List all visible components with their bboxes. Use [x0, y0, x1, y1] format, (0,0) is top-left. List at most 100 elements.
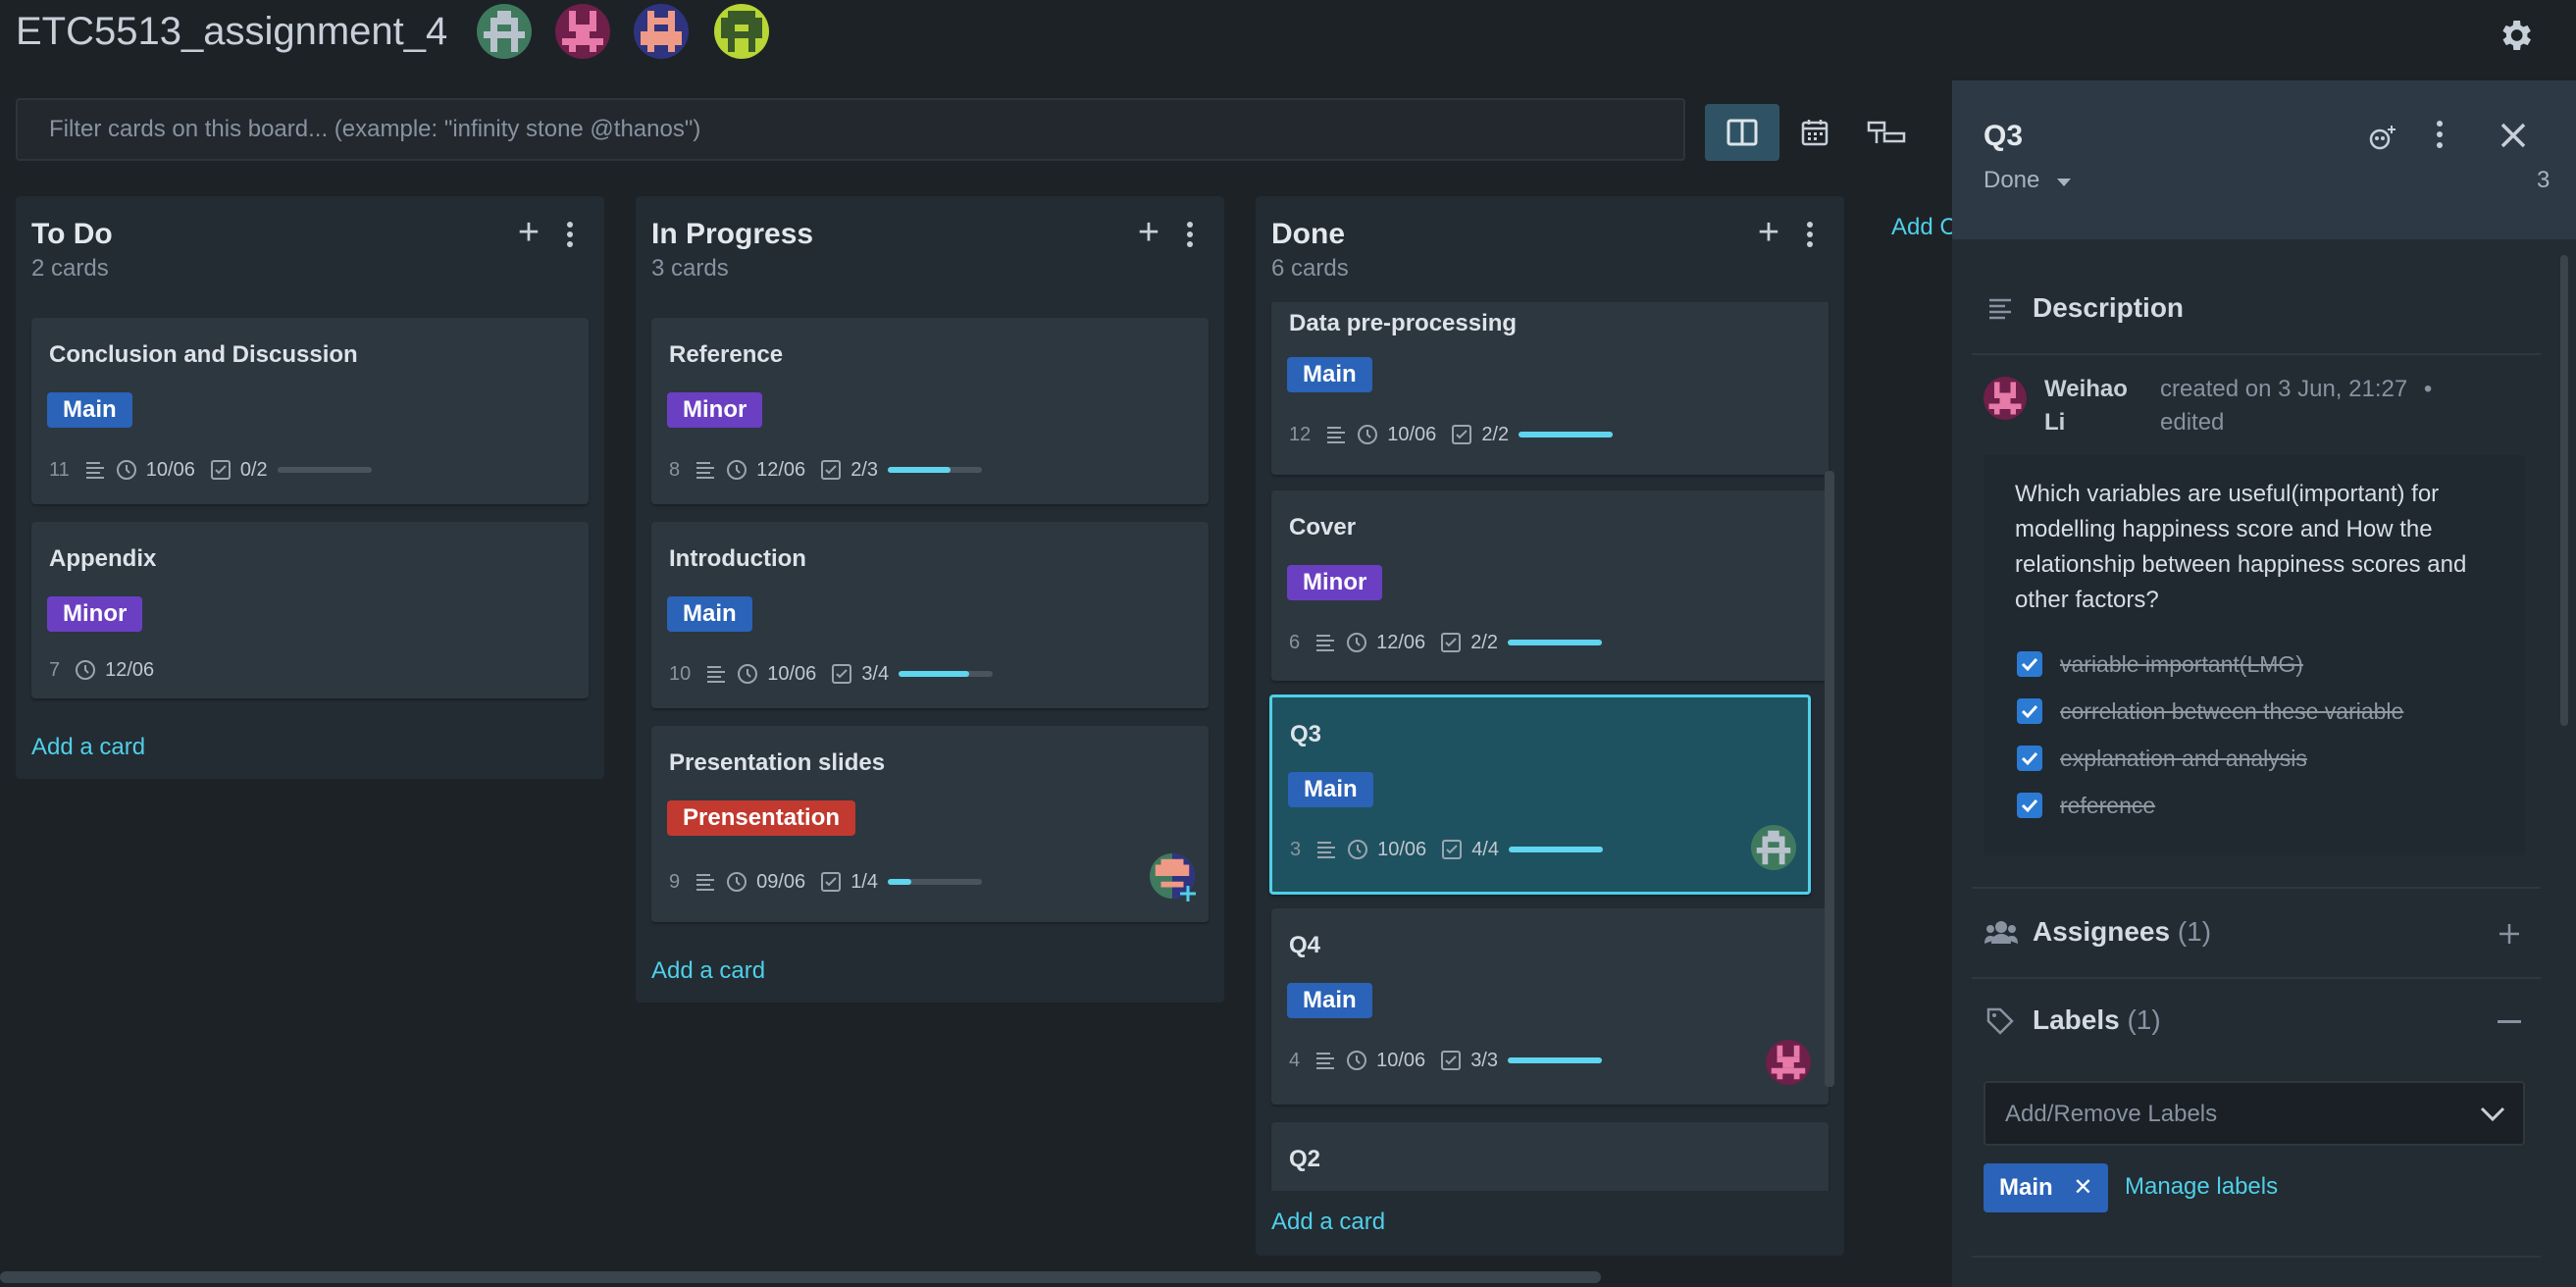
card-meta: 12 10/06 2/2 — [1289, 420, 1626, 449]
card-details-header: Q3 Done — [1952, 80, 2576, 239]
card-selected[interactable]: Q3 Main 3 10/06 4/4 — [1269, 695, 1811, 895]
clock-icon — [116, 460, 136, 480]
card-label: Main — [1288, 772, 1373, 807]
card-assignee-avatar[interactable] — [1751, 825, 1796, 870]
member-avatar[interactable] — [714, 4, 769, 59]
add-card-plus-icon[interactable]: + — [1134, 214, 1163, 251]
member-avatar[interactable] — [555, 4, 610, 59]
member-avatar[interactable] — [477, 4, 532, 59]
card[interactable]: Cover Minor 6 12/06 2/2 — [1271, 490, 1829, 681]
card-due-date: 10/06 — [1376, 1049, 1426, 1071]
column-scrollbar[interactable] — [1825, 471, 1834, 1087]
timeline-icon — [1867, 121, 1906, 143]
panel-scrollbar[interactable] — [2560, 255, 2568, 726]
checklist-progress-bar — [1509, 847, 1603, 852]
manage-labels-link[interactable]: Manage labels — [2125, 1173, 2278, 1201]
card-title: Introduction — [669, 545, 806, 572]
description-box[interactable]: Which variables are useful(important) fo… — [1984, 455, 2525, 855]
clock-icon — [727, 872, 747, 892]
add-assignee-plus-icon[interactable] — [2498, 922, 2521, 946]
checklist-progress-bar — [888, 879, 982, 885]
card[interactable]: Appendix Minor 7 12/06 — [31, 522, 589, 698]
more-vertical-icon[interactable] — [1803, 220, 1817, 249]
checklist-item[interactable]: correlation between these variable — [2017, 696, 2403, 726]
column-done: Done 6 cards + Data pre-processing Main … — [1256, 196, 1844, 1256]
checkbox-checked[interactable] — [2017, 793, 2042, 818]
board-view-button[interactable] — [1705, 104, 1779, 161]
checklist-item-label: reference — [2060, 792, 2156, 818]
more-vertical-icon[interactable] — [563, 220, 577, 249]
checklist-item[interactable]: explanation and analysis — [2017, 744, 2307, 773]
close-icon[interactable] — [2499, 122, 2527, 149]
card-checklist-count: 2/2 — [1470, 631, 1498, 653]
gear-icon[interactable] — [2496, 16, 2535, 55]
checkbox-icon — [821, 872, 842, 892]
card-label: Main — [667, 596, 752, 632]
card-meta: 7 12/06 — [49, 655, 168, 685]
description-icon — [1989, 298, 2011, 320]
author-avatar[interactable] — [1984, 377, 2027, 420]
card-due-date: 10/06 — [1387, 423, 1437, 445]
card[interactable]: Reference Minor 8 12/06 2/3 — [651, 318, 1209, 504]
card-meta: 6 12/06 2/2 — [1289, 628, 1616, 657]
card-label: Main — [1287, 357, 1372, 392]
column-title: To Do — [31, 218, 113, 250]
description-icon — [1317, 842, 1336, 858]
divider — [1972, 1256, 2541, 1258]
labels-dropdown[interactable]: Add/Remove Labels — [1984, 1081, 2525, 1146]
list-selector[interactable]: Done — [1984, 167, 2072, 194]
label-chip: Main ✕ — [1984, 1163, 2109, 1212]
add-card-link[interactable]: Add a card — [31, 734, 145, 761]
checklist-progress-bar — [899, 671, 994, 677]
card[interactable]: Q4 Main 4 10/06 3/3 — [1271, 908, 1829, 1105]
more-vertical-icon[interactable] — [2433, 118, 2447, 151]
card-label: Minor — [47, 596, 143, 632]
done-card-list: Data pre-processing Main 12 10/06 2/2 Co… — [1256, 302, 1844, 1191]
card-meta: 11 10/06 0/2 — [49, 455, 386, 485]
remove-label-icon[interactable]: ✕ — [2073, 1174, 2092, 1201]
add-card-link[interactable]: Add a card — [1271, 1209, 1385, 1236]
checkbox-checked[interactable] — [2017, 746, 2042, 771]
checklist-item-label: explanation and analysis — [2060, 745, 2307, 771]
add-card-link[interactable]: Add a card — [651, 957, 765, 985]
board-horizontal-scrollbar[interactable] — [0, 1271, 1601, 1283]
card[interactable]: Data pre-processing Main 12 10/06 2/2 — [1271, 302, 1829, 475]
member-avatar[interactable] — [634, 4, 689, 59]
card-details-title[interactable]: Q3 — [1984, 120, 2023, 153]
card-checklist-count: 4/4 — [1471, 838, 1499, 860]
filter-input[interactable]: Filter cards on this board... (example: … — [16, 98, 1685, 161]
chevron-down-icon — [2480, 1107, 2505, 1122]
checkbox-checked[interactable] — [2017, 698, 2042, 724]
checklist-item-label: correlation between these variable — [2060, 697, 2404, 724]
watch-icon[interactable] — [2366, 122, 2401, 153]
card[interactable]: Presentation slides Prensentation 9 09/0… — [651, 726, 1209, 922]
card-assignee-avatar[interactable] — [1766, 1040, 1811, 1085]
column-in-progress: In Progress 3 cards + Reference Minor 8 … — [636, 196, 1224, 1003]
more-vertical-icon[interactable] — [1183, 220, 1197, 249]
checklist-progress-bar — [888, 467, 982, 473]
card-title: Conclusion and Discussion — [49, 341, 358, 368]
card[interactable]: Introduction Main 10 10/06 3/4 — [651, 522, 1209, 708]
add-assignee-plus-icon[interactable] — [1177, 883, 1199, 904]
add-card-plus-icon[interactable]: + — [1754, 214, 1783, 251]
card[interactable]: Q2 — [1271, 1122, 1829, 1191]
card[interactable]: Conclusion and Discussion Main 11 10/06 … — [31, 318, 589, 504]
timeline-view-button[interactable] — [1850, 104, 1925, 161]
tag-icon — [1986, 1007, 2014, 1035]
calendar-view-button[interactable] — [1777, 104, 1852, 161]
card-number: 9 — [669, 870, 681, 893]
checklist-item[interactable]: variable important(LMG) — [2017, 649, 2303, 679]
collapse-minus-icon[interactable] — [2498, 1020, 2521, 1024]
checklist-item[interactable]: reference — [2017, 791, 2155, 820]
add-column-link[interactable]: Add C — [1891, 214, 1957, 241]
card-label: Prensentation — [667, 800, 856, 836]
author-name[interactable]: Weihao Li — [2044, 373, 2128, 439]
checkbox-checked[interactable] — [2017, 651, 2042, 677]
checkbox-icon — [1442, 840, 1463, 859]
add-card-plus-icon[interactable]: + — [514, 214, 543, 251]
card-meta: 4 10/06 3/3 — [1289, 1046, 1616, 1075]
description-icon — [1316, 635, 1335, 651]
checkbox-icon — [1441, 633, 1462, 652]
card-meta: 8 12/06 2/3 — [669, 455, 996, 485]
divider — [1972, 887, 2541, 889]
